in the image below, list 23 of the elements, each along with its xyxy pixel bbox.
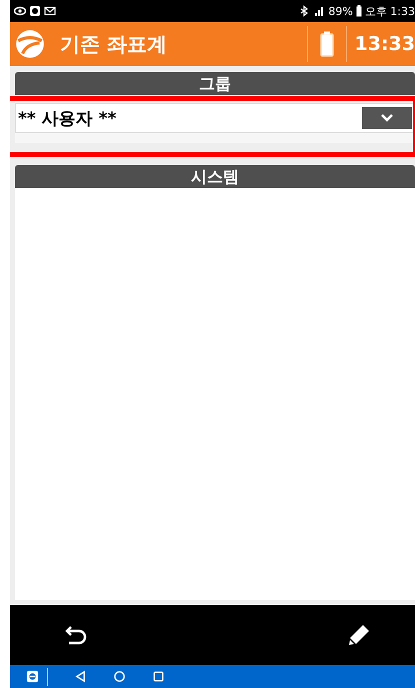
clock-text: 13:33 [354, 33, 415, 55]
app-icon [29, 5, 41, 17]
group-dropdown[interactable]: ** 사용자 ** [15, 103, 415, 133]
dropdown-button[interactable] [362, 107, 412, 129]
undo-icon [64, 625, 88, 645]
recents-icon[interactable] [152, 670, 165, 683]
signal-icon [313, 5, 326, 17]
eye-icon [14, 5, 26, 17]
battery-icon [320, 31, 334, 57]
mail-icon [44, 5, 56, 17]
globe-logo-icon [14, 28, 46, 60]
pencil-icon [347, 623, 371, 647]
group-heading: 그룹 [199, 74, 231, 93]
system-heading: 시스템 [191, 167, 239, 186]
battery-percent: 89% [328, 4, 353, 18]
battery-icon [356, 5, 362, 17]
bluetooth-icon [298, 5, 310, 17]
screen-title: 기존 좌표계 [60, 30, 167, 58]
chevron-down-icon [380, 113, 394, 123]
back-icon[interactable] [74, 670, 87, 683]
status-time: 오후 1:33 [364, 4, 415, 18]
app-icon[interactable] [26, 670, 39, 683]
home-icon[interactable] [113, 670, 126, 683]
